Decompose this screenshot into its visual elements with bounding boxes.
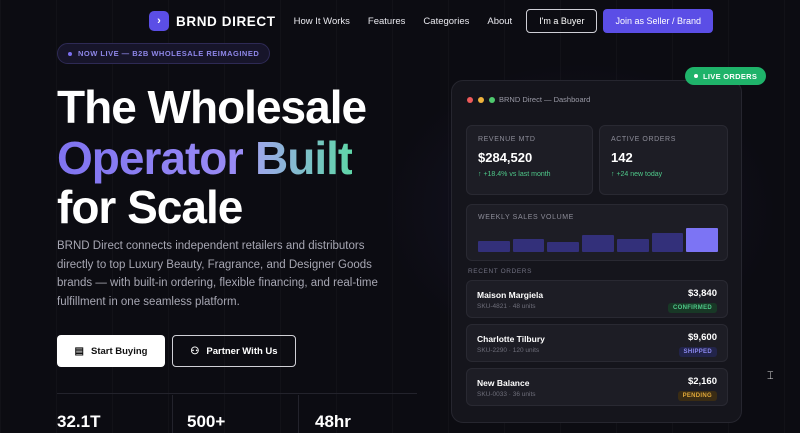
- nav-link-features[interactable]: Features: [368, 16, 406, 27]
- live-orders-text: LIVE ORDERS: [703, 71, 758, 81]
- live-dot-icon: [694, 74, 698, 78]
- headline-line-3: for Scale: [57, 181, 243, 233]
- stats-divider: [57, 393, 417, 394]
- active-orders-value: 142: [611, 150, 633, 165]
- recent-orders-label: RECENT ORDERS: [468, 268, 533, 275]
- order-amount: $9,600: [687, 332, 717, 343]
- chart-bars: [478, 228, 718, 252]
- weekly-sales-chart: WEEKLY SALES VOLUME: [466, 204, 728, 261]
- pill-text: NOW LIVE — B2B WHOLESALE REIMAGINED: [78, 49, 260, 58]
- buyer-button[interactable]: I'm a Buyer: [526, 9, 598, 33]
- order-brand: New Balance: [477, 378, 530, 388]
- revenue-delta: ↑ +18.4% vs last month: [478, 171, 551, 178]
- order-row[interactable]: Charlotte Tilbury SKU-2290 · 120 units $…: [466, 324, 728, 362]
- status-badge: CONFIRMED: [667, 303, 717, 313]
- pill-dot-icon: [68, 51, 72, 56]
- stat-separator: [298, 395, 299, 433]
- chart-bar: [651, 232, 684, 252]
- chart-bar: [478, 241, 510, 252]
- chart-label: WEEKLY SALES VOLUME: [478, 214, 574, 221]
- announcement-pill: NOW LIVE — B2B WHOLESALE REIMAGINED: [57, 43, 271, 64]
- order-amount: $2,160: [687, 376, 717, 387]
- headline-line-1: The Wholesale: [57, 81, 367, 133]
- chart-bar: [547, 242, 580, 252]
- handshake-icon: ⚇: [190, 345, 200, 357]
- active-orders-label: ACTIVE ORDERS: [611, 136, 676, 143]
- order-row[interactable]: New Balance SKU-0033 · 36 units $2,160 P…: [466, 368, 728, 406]
- nav-link-how-it-works[interactable]: How It Works: [294, 16, 350, 27]
- chart-bar: [686, 228, 718, 252]
- order-amount: $3,840: [687, 288, 717, 299]
- live-orders-badge: LIVE ORDERS: [685, 67, 767, 85]
- order-sku: SKU-2290 · 120 units: [477, 347, 540, 354]
- headline-built: Built: [255, 132, 353, 184]
- partner-label: Partner With Us: [206, 345, 278, 357]
- seller-button[interactable]: Join as Seller / Brand: [603, 9, 713, 33]
- stat-value: 48hr: [315, 412, 351, 431]
- order-row[interactable]: Maison Margiela SKU-4821 · 48 units $3,8…: [466, 280, 728, 318]
- close-dot-icon: [467, 97, 473, 103]
- minimize-dot-icon: [478, 97, 484, 103]
- active-orders-card: ACTIVE ORDERS 142 ↑ +24 new today: [599, 125, 728, 195]
- revenue-value: $284,520: [478, 150, 533, 165]
- nav-link-categories[interactable]: Categories: [423, 16, 469, 27]
- active-orders-delta: ↑ +24 new today: [611, 171, 663, 178]
- mouse-cursor-icon: ⌶: [767, 370, 774, 382]
- brand-name: BRND DIRECT: [176, 13, 276, 29]
- stat-value: 32.1T: [57, 412, 101, 431]
- status-badge: SHIPPED: [678, 347, 717, 357]
- stat-separator: [172, 395, 173, 433]
- order-sku: SKU-0033 · 36 units: [477, 391, 536, 398]
- brand-logo[interactable]: › BRND DIRECT: [149, 11, 276, 31]
- order-sku: SKU-4821 · 48 units: [477, 303, 536, 310]
- revenue-label: REVENUE MTD: [478, 136, 536, 143]
- start-buying-button[interactable]: ▤ Start Buying: [57, 335, 165, 367]
- brand-chevron-icon: ›: [149, 11, 169, 31]
- maximize-dot-icon: [489, 97, 495, 103]
- nav-link-about[interactable]: About: [487, 16, 512, 27]
- stat-value: 500+: [187, 412, 226, 431]
- partner-button[interactable]: ⚇ Partner With Us: [172, 335, 296, 367]
- chart-bar: [582, 235, 614, 252]
- chart-bar: [616, 238, 649, 252]
- hero-description: BRND Direct connects independent retaile…: [57, 240, 378, 308]
- order-brand: Charlotte Tilbury: [477, 334, 545, 344]
- dashboard-title: BRND Direct — Dashboard: [499, 95, 591, 104]
- start-buying-label: Start Buying: [90, 345, 148, 357]
- chart-bar: [512, 238, 545, 252]
- window-controls: [467, 97, 495, 103]
- revenue-card: REVENUE MTD $284,520 ↑ +18.4% vs last mo…: [466, 125, 593, 195]
- headline-operator: Operator: [57, 132, 244, 184]
- status-badge: PENDING: [677, 391, 717, 401]
- top-nav: › BRND DIRECT How It Works Features Cate…: [149, 9, 713, 33]
- headline-line-2: Operator Built: [57, 132, 353, 184]
- storefront-icon: ▤: [74, 345, 84, 357]
- dashboard-preview: BRND Direct — Dashboard REVENUE MTD $284…: [451, 80, 742, 423]
- order-brand: Maison Margiela: [477, 290, 544, 300]
